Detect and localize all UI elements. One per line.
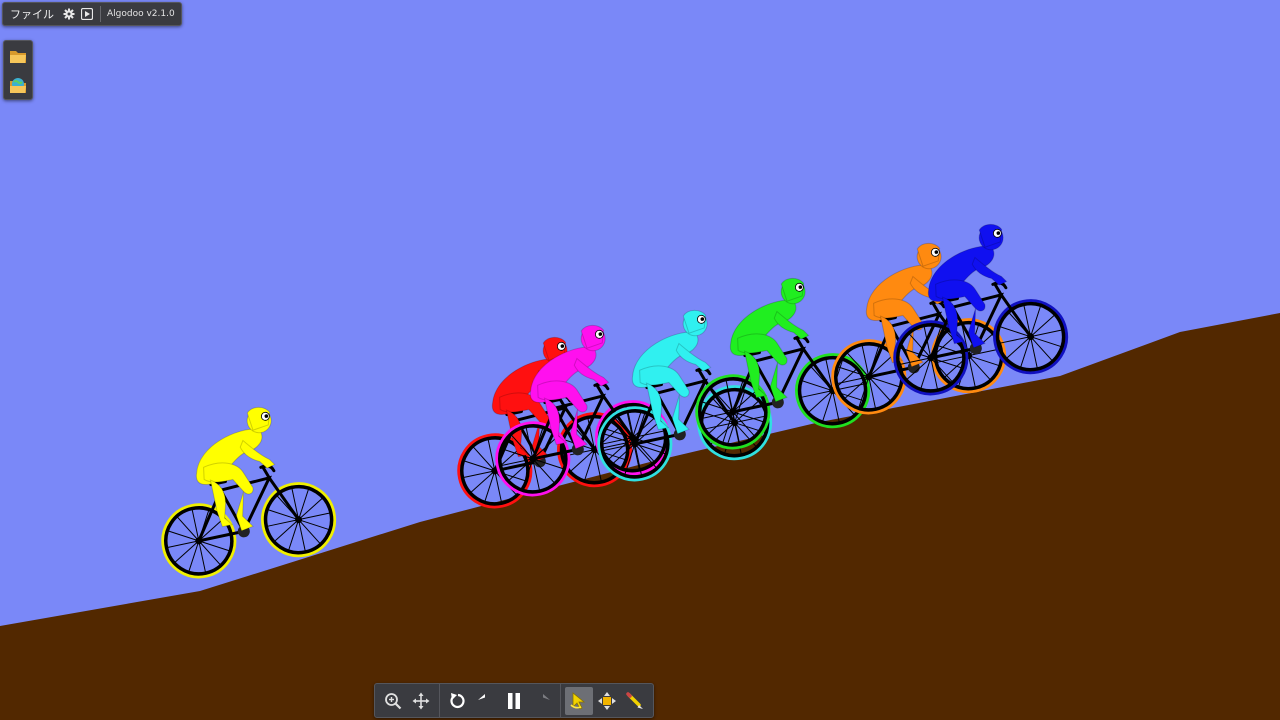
simulation-controls-group	[440, 687, 560, 715]
drag-tool-icon[interactable]	[565, 686, 593, 715]
redo-icon[interactable]	[528, 687, 556, 715]
left-toolbar	[3, 40, 33, 100]
reset-icon[interactable]	[444, 687, 472, 715]
file-menu[interactable]: ファイル	[3, 6, 60, 22]
physics-scene[interactable]	[0, 0, 1280, 720]
pan-icon[interactable]	[407, 687, 435, 715]
toolbar-divider	[100, 6, 101, 22]
undo-icon[interactable]	[472, 687, 500, 715]
pause-icon[interactable]	[500, 687, 528, 715]
view-tools-group	[375, 687, 439, 715]
open-folder-icon[interactable]	[7, 45, 29, 67]
top-menu-bar: ファイル Algodoo v2.1.0	[2, 2, 182, 26]
move-tool-icon[interactable]	[593, 687, 621, 715]
play-scene-icon[interactable]	[78, 5, 96, 23]
app-version-label: Algodoo v2.1.0	[107, 9, 175, 19]
browse-scenes-icon[interactable]	[7, 74, 29, 96]
edit-tools-group	[561, 686, 653, 715]
sketch-tool-icon[interactable]	[621, 687, 649, 715]
zoom-icon[interactable]	[379, 687, 407, 715]
bottom-toolbar	[374, 683, 654, 718]
gear-icon[interactable]	[60, 5, 78, 23]
